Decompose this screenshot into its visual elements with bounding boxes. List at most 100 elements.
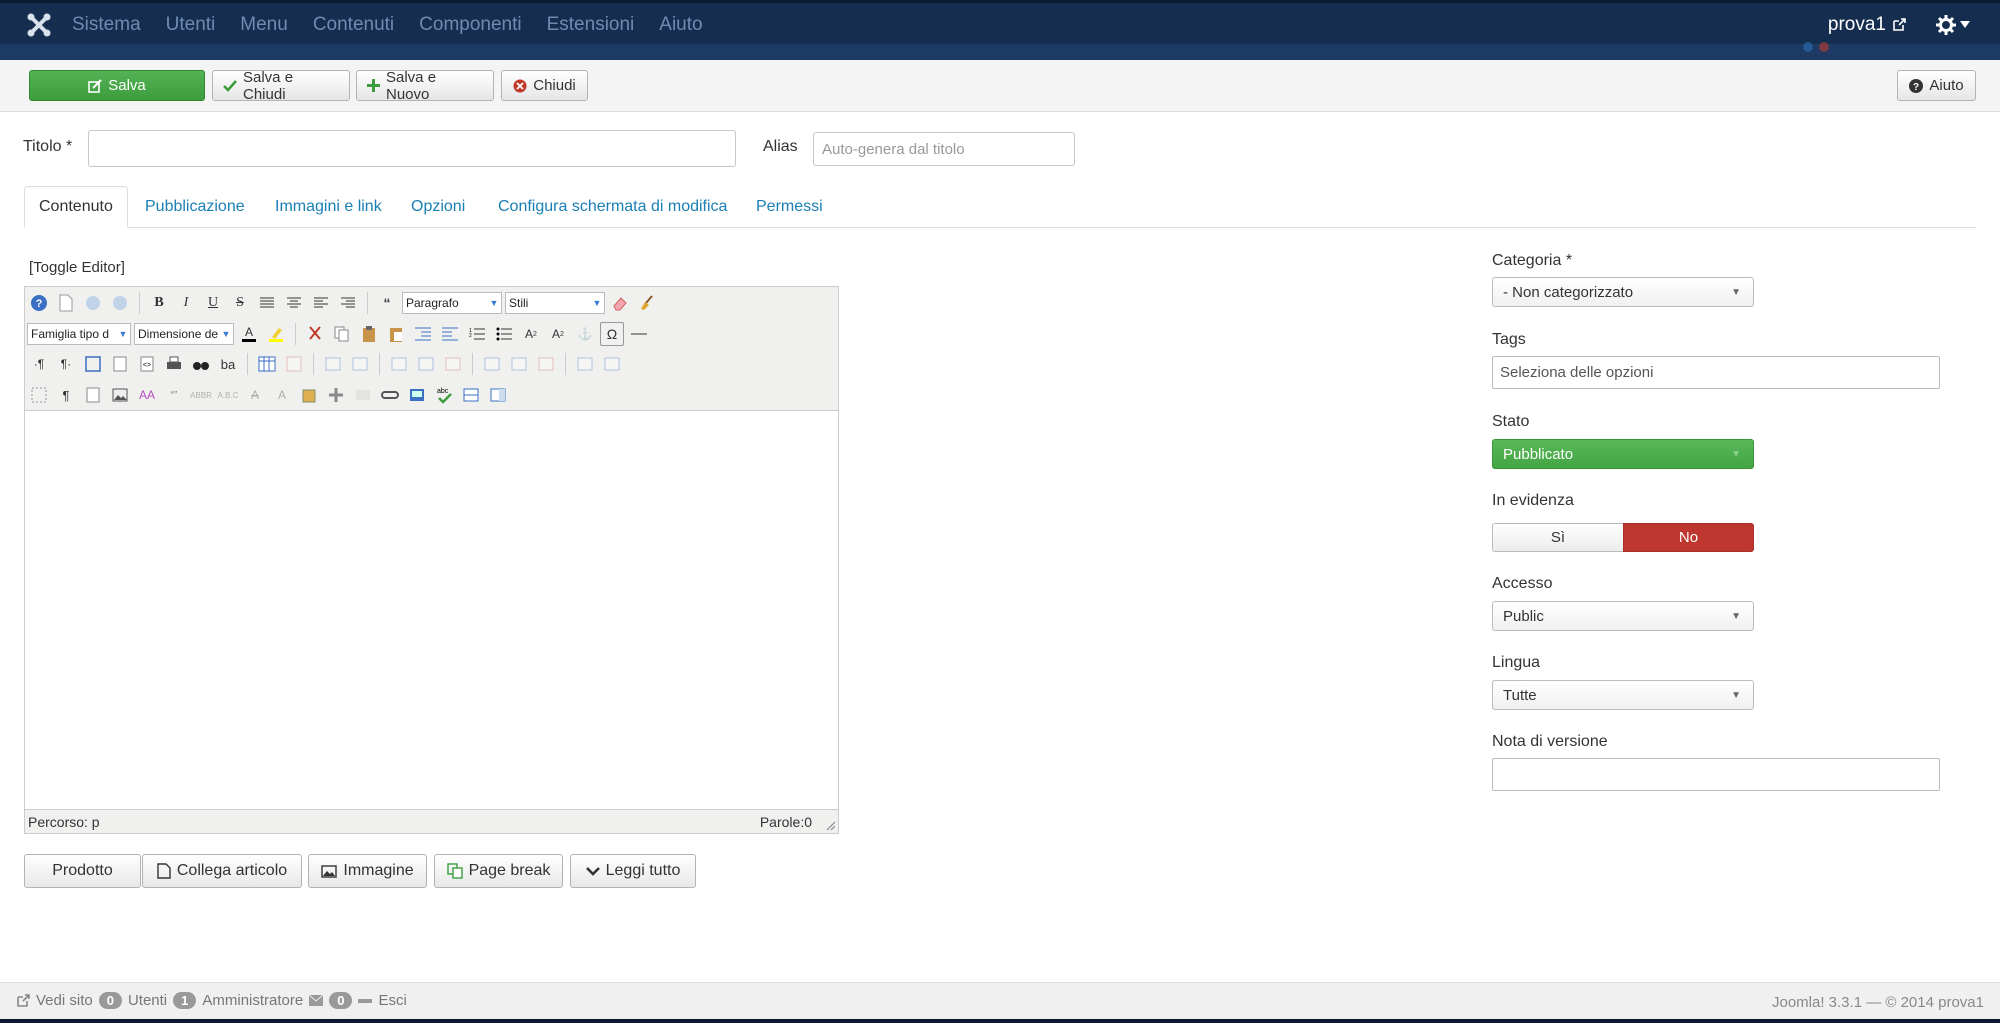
new-document-icon[interactable]: [54, 291, 78, 315]
cut-icon[interactable]: [303, 322, 327, 346]
cleanup-broom-icon[interactable]: [635, 291, 659, 315]
joomla-logo-icon[interactable]: [25, 11, 53, 39]
row-before-icon[interactable]: [387, 352, 411, 376]
template-icon[interactable]: [108, 352, 132, 376]
highlight-color-icon[interactable]: [264, 322, 288, 346]
anchor-icon[interactable]: ⚓: [573, 322, 597, 346]
spellcheck-icon[interactable]: abc: [432, 383, 456, 407]
accesso-select[interactable]: Public ▼: [1492, 601, 1754, 631]
in-evidenza-yes[interactable]: Sì: [1492, 523, 1623, 552]
align-left-icon[interactable]: [309, 291, 333, 315]
admin-link[interactable]: Amministratore: [202, 992, 303, 1009]
fullscreen-icon[interactable]: [81, 352, 105, 376]
pagebreak-icon[interactable]: [459, 383, 483, 407]
link-icon[interactable]: [378, 383, 402, 407]
delete-table-icon[interactable]: [282, 352, 306, 376]
indent-icon[interactable]: [411, 322, 435, 346]
split-cells-icon[interactable]: [573, 352, 597, 376]
numbered-list-icon[interactable]: 12: [465, 322, 489, 346]
paste-text-icon[interactable]: [384, 322, 408, 346]
move-icon[interactable]: [324, 383, 348, 407]
settings-menu[interactable]: [1936, 15, 1970, 35]
bold-icon[interactable]: B: [147, 291, 171, 315]
insert-table-icon[interactable]: [255, 352, 279, 376]
abbr-icon[interactable]: ABBR: [189, 383, 213, 407]
editor-content-area[interactable]: [25, 411, 838, 809]
stato-select[interactable]: Pubblicato ▼: [1492, 439, 1754, 469]
tab-opzioni[interactable]: Opzioni: [411, 186, 465, 228]
align-justify-icon[interactable]: [255, 291, 279, 315]
subscript-icon[interactable]: A2: [519, 322, 543, 346]
tab-immagini-link[interactable]: Immagini e link: [275, 186, 382, 228]
font-size-select[interactable]: Dimensione de ▼: [134, 323, 234, 345]
site-link[interactable]: prova1: [1828, 14, 1906, 36]
menu-item-contenuti[interactable]: Contenuti: [313, 14, 394, 36]
copy-icon[interactable]: [330, 322, 354, 346]
help-button[interactable]: ? Aiuto: [1897, 70, 1976, 101]
font-family-select[interactable]: Famiglia tipo d ▼: [27, 323, 131, 345]
save-button[interactable]: Salva: [29, 70, 205, 101]
collega-articolo-button[interactable]: Collega articolo: [142, 854, 302, 888]
undo-icon[interactable]: [81, 291, 105, 315]
lingua-select[interactable]: Tutte ▼: [1492, 680, 1754, 710]
special-character-icon[interactable]: Ω: [600, 322, 624, 346]
align-center-icon[interactable]: [282, 291, 306, 315]
styles-select[interactable]: Stili ▼: [505, 292, 605, 314]
underline-icon[interactable]: U: [201, 291, 225, 315]
menu-item-estensioni[interactable]: Estensioni: [547, 14, 635, 36]
save-new-button[interactable]: Salva e Nuovo: [356, 69, 494, 103]
help-icon[interactable]: ?: [27, 291, 51, 315]
acronym-icon[interactable]: A.B.C: [216, 383, 240, 407]
resize-grip-icon[interactable]: [824, 819, 836, 831]
media-icon[interactable]: [405, 383, 429, 407]
close-button[interactable]: Chiudi: [501, 70, 588, 101]
toggle-editor-link[interactable]: [Toggle Editor]: [29, 259, 125, 276]
col-before-icon[interactable]: [480, 352, 504, 376]
outdent-icon[interactable]: [438, 322, 462, 346]
delete-row-icon[interactable]: [441, 352, 465, 376]
template-insert-icon[interactable]: [486, 383, 510, 407]
menu-item-utenti[interactable]: Utenti: [166, 14, 216, 36]
vedi-sito-link[interactable]: Vedi sito: [36, 992, 93, 1009]
esci-link[interactable]: Esci: [378, 992, 406, 1009]
tab-configura[interactable]: Configura schermata di modifica: [498, 186, 727, 228]
save-close-button[interactable]: Salva e Chiudi: [212, 69, 350, 103]
cite-icon[interactable]: “”: [162, 383, 186, 407]
in-evidenza-no[interactable]: No: [1623, 523, 1754, 552]
immagine-button[interactable]: Immagine: [308, 854, 427, 888]
alias-input[interactable]: Auto-genera dal titolo: [813, 132, 1075, 166]
attribs-icon[interactable]: [297, 383, 321, 407]
image-icon[interactable]: [108, 383, 132, 407]
paste-icon[interactable]: [357, 322, 381, 346]
horizontal-rule-icon[interactable]: [627, 322, 651, 346]
ins-icon[interactable]: A: [270, 383, 294, 407]
delete-col-icon[interactable]: [534, 352, 558, 376]
eraser-icon[interactable]: [608, 291, 632, 315]
italic-icon[interactable]: I: [174, 291, 198, 315]
text-color-icon[interactable]: A: [237, 322, 261, 346]
tab-permessi[interactable]: Permessi: [756, 186, 823, 228]
row-after-icon[interactable]: [414, 352, 438, 376]
prodotto-button[interactable]: Prodotto: [24, 854, 141, 888]
align-right-icon[interactable]: [336, 291, 360, 315]
cell-props-icon[interactable]: [348, 352, 372, 376]
tab-pubblicazione[interactable]: Pubblicazione: [145, 186, 245, 228]
del-icon[interactable]: A: [243, 383, 267, 407]
blockquote-icon[interactable]: “: [375, 291, 399, 315]
menu-item-sistema[interactable]: Sistema: [72, 14, 141, 36]
visual-aid-icon[interactable]: [27, 383, 51, 407]
code-icon[interactable]: <>: [135, 352, 159, 376]
page-break-button[interactable]: Page break: [434, 854, 563, 888]
layer-icon[interactable]: [351, 383, 375, 407]
ltr-icon[interactable]: ·¶: [27, 352, 51, 376]
superscript-icon[interactable]: A2: [546, 322, 570, 346]
categoria-select[interactable]: - Non categorizzato ▼: [1492, 277, 1754, 307]
style-props-icon[interactable]: [81, 383, 105, 407]
emotions-icon[interactable]: AA: [135, 383, 159, 407]
nota-versione-input[interactable]: [1492, 758, 1940, 791]
rtl-icon[interactable]: ¶·: [54, 352, 78, 376]
utenti-link[interactable]: Utenti: [128, 992, 167, 1009]
replace-icon[interactable]: ba: [216, 352, 240, 376]
print-icon[interactable]: [162, 352, 186, 376]
row-props-icon[interactable]: [321, 352, 345, 376]
